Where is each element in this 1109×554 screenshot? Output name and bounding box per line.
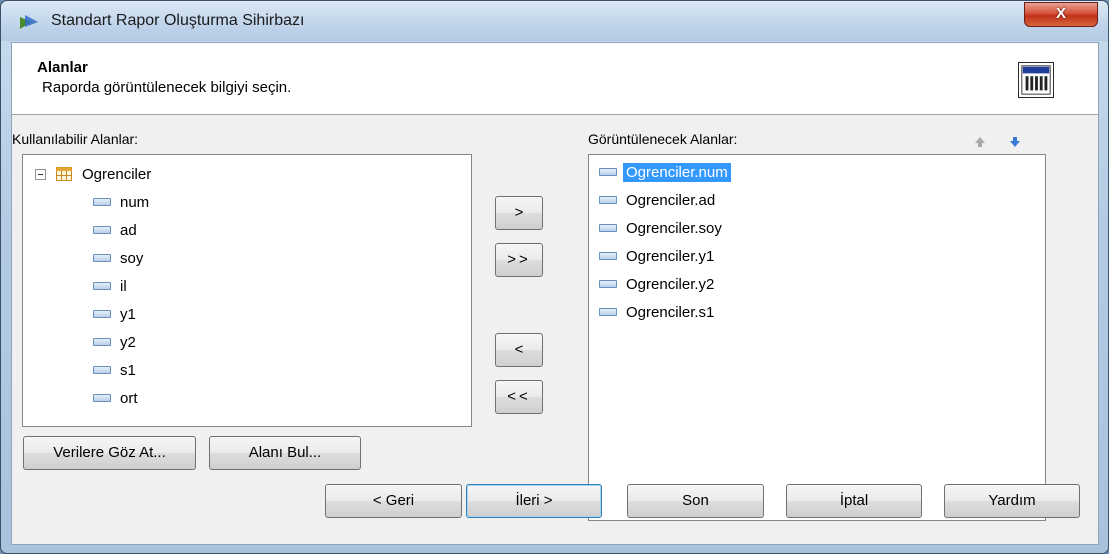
add-all-fields-button[interactable]: >> xyxy=(495,243,543,277)
wizard-header: Alanlar Raporda görüntülenecek bilgiyi s… xyxy=(12,43,1098,115)
available-field-item[interactable]: il xyxy=(93,274,127,298)
browse-data-button[interactable]: Verilere Göz At... xyxy=(23,436,196,470)
field-icon xyxy=(599,280,617,288)
field-icon xyxy=(599,168,617,176)
field-icon xyxy=(93,366,111,374)
field-icon xyxy=(599,196,617,204)
available-field-item[interactable]: ort xyxy=(93,386,138,410)
field-icon xyxy=(93,254,111,262)
table-icon xyxy=(56,167,72,181)
available-field-label: ad xyxy=(120,221,137,239)
finish-button[interactable]: Son xyxy=(627,484,764,518)
field-icon xyxy=(93,338,111,346)
available-field-label: num xyxy=(120,193,150,211)
report-table-icon xyxy=(1018,62,1054,98)
available-field-item[interactable]: soy xyxy=(93,246,143,270)
available-fields-label: Kullanılabilir Alanlar: xyxy=(12,131,139,147)
tree-node-table[interactable]: Ogrenciler xyxy=(35,162,151,186)
help-button[interactable]: Yardım xyxy=(944,484,1080,518)
field-icon xyxy=(93,226,111,234)
display-fields-label: Görüntülenecek Alanlar: xyxy=(588,131,738,147)
available-field-label: s1 xyxy=(120,361,136,379)
display-field-label: Ogrenciler.soy xyxy=(626,219,722,237)
close-button[interactable]: X xyxy=(1024,2,1098,27)
available-field-item[interactable]: ad xyxy=(93,218,137,242)
find-field-button[interactable]: Alanı Bul... xyxy=(209,436,361,470)
dialog-client-area: Alanlar Raporda görüntülenecek bilgiyi s… xyxy=(11,42,1099,545)
available-field-item[interactable]: y1 xyxy=(93,302,136,326)
display-fields-list[interactable]: Ogrenciler.num Ogrenciler.ad Ogrenciler.so… xyxy=(588,154,1046,521)
display-field-item[interactable]: Ogrenciler.s1 xyxy=(599,300,714,324)
field-icon xyxy=(93,310,111,318)
field-icon xyxy=(599,252,617,260)
display-field-label: Ogrenciler.y2 xyxy=(626,275,715,293)
cancel-button[interactable]: İptal xyxy=(786,484,922,518)
display-field-item[interactable]: Ogrenciler.num xyxy=(599,160,731,184)
available-fields-tree[interactable]: Ogrenciler num ad soy il y1 y2 s1 ort xyxy=(22,154,472,427)
available-field-item[interactable]: y2 xyxy=(93,330,136,354)
available-field-item[interactable]: num xyxy=(93,190,149,214)
display-field-item[interactable]: Ogrenciler.ad xyxy=(599,188,715,212)
page-subtitle: Raporda görüntülenecek bilgiyi seçin. xyxy=(42,79,292,96)
next-button[interactable]: İleri > xyxy=(466,484,602,518)
field-icon xyxy=(93,198,111,206)
back-button[interactable]: < Geri xyxy=(325,484,462,518)
display-field-item[interactable]: Ogrenciler.y2 xyxy=(599,272,714,296)
available-field-label: y2 xyxy=(120,333,136,351)
display-field-label: Ogrenciler.y1 xyxy=(626,247,715,265)
available-field-label: y1 xyxy=(120,305,136,323)
collapse-icon[interactable] xyxy=(35,168,46,180)
table-name: Ogrenciler xyxy=(82,165,152,183)
field-icon xyxy=(93,282,111,290)
add-field-button[interactable]: > xyxy=(495,196,543,230)
wizard-app-icon xyxy=(20,15,38,29)
wizard-window: Standart Rapor Oluşturma Sihirbazı X Ala… xyxy=(0,0,1109,554)
page-title: Alanlar xyxy=(37,59,88,76)
field-icon xyxy=(93,394,111,402)
field-icon xyxy=(599,308,617,316)
available-field-label: soy xyxy=(120,249,144,267)
remove-field-button[interactable]: < xyxy=(495,333,543,367)
move-down-arrow-icon[interactable] xyxy=(1007,134,1023,150)
display-field-item[interactable]: Ogrenciler.soy xyxy=(599,216,722,240)
display-field-label: Ogrenciler.ad xyxy=(626,191,716,209)
available-field-label: il xyxy=(120,277,127,295)
remove-all-fields-button[interactable]: << xyxy=(495,380,543,414)
available-field-item[interactable]: s1 xyxy=(93,358,136,382)
display-field-label: Ogrenciler.num xyxy=(623,162,731,182)
move-up-arrow-icon[interactable] xyxy=(972,134,988,150)
display-field-label: Ogrenciler.s1 xyxy=(626,303,715,321)
display-field-item[interactable]: Ogrenciler.y1 xyxy=(599,244,714,268)
field-icon xyxy=(599,224,617,232)
title-bar[interactable]: Standart Rapor Oluşturma Sihirbazı X xyxy=(1,1,1108,41)
window-title: Standart Rapor Oluşturma Sihirbazı xyxy=(51,12,305,29)
available-field-label: ort xyxy=(120,389,138,407)
